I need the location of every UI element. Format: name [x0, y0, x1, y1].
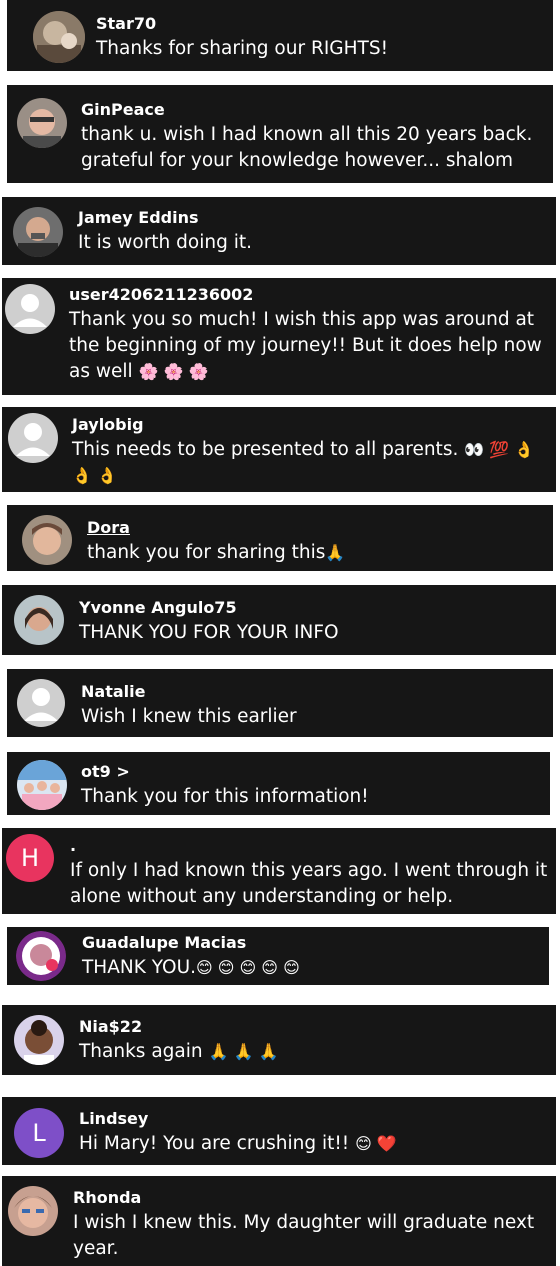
avatar-photo-icon — [17, 98, 67, 148]
comment-card: Rhonda I wish I knew this. My daughter w… — [2, 1176, 556, 1266]
avatar-photo-icon — [13, 207, 63, 257]
comment-username[interactable]: Jamey Eddins — [78, 208, 548, 228]
avatar-photo-icon — [16, 931, 66, 981]
comment-text: Wish I knew this earlier — [81, 706, 297, 727]
praying-hands-emoji-group: 🙏 🙏 🙏 — [208, 1042, 279, 1061]
comment-text: THANK YOU.😊 😊 😊 😊 😊 — [82, 957, 300, 978]
comment-text: thank u. wish I had known all this 20 ye… — [81, 124, 533, 171]
comment-card: Nia$22 Thanks again 🙏 🙏 🙏 — [2, 1005, 556, 1075]
comment-username[interactable]: Nia$22 — [79, 1017, 548, 1037]
comment-username[interactable]: Rhonda — [73, 1188, 548, 1208]
comment-text: Hi Mary! You are crushing it!! 😊 ❤️ — [79, 1133, 397, 1154]
comment-username[interactable]: user4206211236002 — [69, 285, 548, 305]
praying-hands-emoji: 🙏 — [325, 543, 346, 562]
comment-text: Thank you for this information! — [81, 786, 369, 807]
smile-emoji-group: 😊 😊 😊 😊 😊 — [196, 958, 300, 977]
comment-text: This needs to be presented to all parent… — [72, 439, 535, 485]
comment-card: Yvonne Angulo75 THANK YOU FOR YOUR INFO — [2, 585, 556, 655]
comment-username[interactable]: Star70 — [96, 14, 545, 34]
comment-card: Natalie Wish I knew this earlier — [7, 669, 553, 737]
comment-username[interactable]: Yvonne Angulo75 — [79, 598, 548, 618]
smile-heart-emoji-group: 😊 ❤️ — [355, 1134, 397, 1153]
default-avatar-icon — [16, 423, 50, 456]
avatar-photo-icon — [14, 1015, 64, 1065]
user-avatar[interactable] — [8, 413, 58, 463]
default-avatar-icon — [24, 688, 58, 721]
comment-username[interactable]: Guadalupe Macias — [82, 933, 541, 953]
flower-emoji: 🌸 🌸 🌸 — [138, 362, 209, 381]
avatar-photo-icon — [8, 1186, 58, 1236]
user-avatar[interactable] — [5, 284, 55, 334]
avatar-photo-icon — [17, 760, 67, 810]
user-avatar[interactable] — [33, 11, 85, 63]
comment-username[interactable]: Jaylobig — [72, 415, 548, 435]
avatar-letter: L — [32, 1119, 46, 1147]
comment-username[interactable]: . — [70, 836, 548, 856]
user-avatar[interactable] — [22, 515, 72, 565]
avatar-photo-icon — [22, 515, 72, 565]
user-avatar[interactable]: L — [14, 1108, 64, 1158]
comment-username[interactable]: Natalie — [81, 682, 545, 702]
comment-card: Jaylobig This needs to be presented to a… — [2, 407, 556, 492]
comment-text: Thanks for sharing our RIGHTS! — [96, 38, 388, 59]
user-avatar[interactable] — [13, 207, 63, 257]
comment-text: It is worth doing it. — [78, 232, 252, 253]
comment-text: I wish I knew this. My daughter will gra… — [73, 1212, 535, 1259]
user-avatar[interactable] — [17, 98, 67, 148]
user-avatar[interactable]: H — [6, 834, 54, 882]
user-avatar[interactable] — [16, 931, 66, 981]
comment-card: Star70 Thanks for sharing our RIGHTS! — [7, 0, 553, 71]
comment-card: ot9 > Thank you for this information! — [7, 752, 550, 815]
comment-card: L Lindsey Hi Mary! You are crushing it!!… — [2, 1097, 556, 1165]
avatar-letter: H — [20, 844, 40, 872]
comment-text: Thank you so much! I wish this app was a… — [69, 309, 542, 382]
comment-card: H . If only I had known this years ago. … — [2, 828, 556, 914]
comment-text: thank you for sharing this🙏 — [87, 542, 346, 563]
user-avatar[interactable] — [17, 679, 65, 727]
user-avatar[interactable] — [17, 760, 67, 810]
user-avatar[interactable] — [8, 1186, 58, 1236]
comment-username[interactable]: GinPeace — [81, 100, 545, 120]
avatar-photo-icon — [33, 11, 85, 63]
comment-card: Jamey Eddins It is worth doing it. — [2, 197, 556, 265]
comment-username[interactable]: ot9 > — [81, 762, 542, 782]
comment-username[interactable]: Dora — [87, 518, 545, 538]
comment-username[interactable]: Lindsey — [79, 1109, 548, 1129]
comment-card: Dora thank you for sharing this🙏 — [7, 505, 553, 571]
comment-text: THANK YOU FOR YOUR INFO — [79, 622, 339, 643]
comment-text: If only I had known this years ago. I we… — [70, 860, 548, 907]
avatar-photo-icon — [14, 595, 64, 645]
user-avatar[interactable] — [14, 595, 64, 645]
comment-text: Thanks again 🙏 🙏 🙏 — [79, 1041, 279, 1062]
comment-card: Guadalupe Macias THANK YOU.😊 😊 😊 😊 😊 — [7, 927, 549, 985]
default-avatar-icon — [13, 294, 47, 327]
comment-card: user4206211236002 Thank you so much! I w… — [2, 278, 556, 395]
user-avatar[interactable] — [14, 1015, 64, 1065]
comment-card: GinPeace thank u. wish I had known all t… — [7, 85, 553, 183]
